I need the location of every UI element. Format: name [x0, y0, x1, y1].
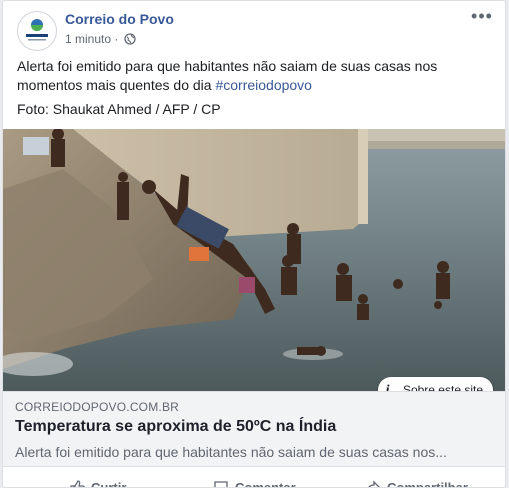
like-label: Curtir	[91, 480, 127, 488]
link-description: Alerta foi emitido para que habitantes n…	[15, 444, 447, 460]
thumbs-up-icon	[70, 480, 85, 487]
post-text: Alerta foi emitido para que habitantes n…	[17, 57, 487, 95]
link-headline[interactable]: Temperatura se aproxima de 50ºC na Índia	[15, 418, 336, 436]
comment-label: Comentar	[235, 480, 296, 488]
globe-icon	[124, 33, 136, 48]
link-preview[interactable]: CORREIODOPOVO.COM.BR Temperatura se apro…	[3, 391, 505, 467]
post-card: Correio do Povo 1 minuto · ••• Alerta fo…	[2, 0, 506, 488]
comment-button[interactable]: Comentar	[213, 479, 296, 488]
page-avatar[interactable]	[17, 11, 57, 51]
meta-separator: ·	[111, 32, 122, 46]
share-button[interactable]: Compartilhar	[365, 479, 468, 488]
post-actions: Curtir Comentar Compartilhar	[3, 471, 505, 488]
link-domain: CORREIODOPOVO.COM.BR	[15, 400, 180, 414]
news-photo[interactable]	[3, 129, 505, 391]
like-button[interactable]: Curtir	[69, 479, 127, 488]
page-name[interactable]: Correio do Povo	[65, 11, 174, 27]
share-icon	[368, 480, 380, 487]
photo-illustration	[3, 129, 505, 391]
post-header: Correio do Povo 1 minuto · •••	[13, 7, 495, 55]
post-time[interactable]: 1 minuto	[65, 32, 111, 46]
correio-logo	[26, 19, 48, 41]
more-options-icon[interactable]: •••	[471, 7, 493, 26]
hashtag-link[interactable]: #correiodopovo	[215, 77, 312, 93]
post-meta: 1 minuto ·	[65, 32, 136, 48]
comment-icon	[214, 481, 228, 487]
share-label: Compartilhar	[387, 480, 468, 488]
photo-credit: Foto: Shaukat Ahmed / AFP / CP	[17, 101, 221, 117]
